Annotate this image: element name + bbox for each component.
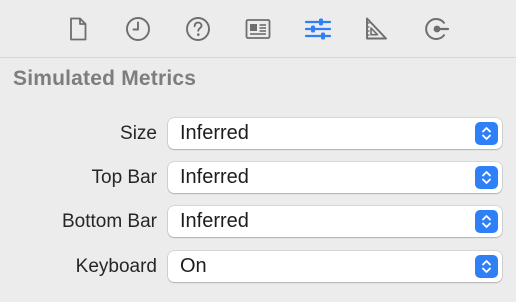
ruler-triangle-icon[interactable]: [359, 12, 393, 46]
attributes-sliders-icon[interactable]: [301, 12, 335, 46]
keyboard-label: Keyboard: [75, 256, 157, 277]
bottom-bar-popup[interactable]: Inferred: [168, 206, 502, 237]
bottom-bar-value: Inferred: [180, 210, 249, 232]
bottom-bar-label: Bottom Bar: [61, 211, 157, 232]
section-title: Simulated Metrics: [13, 67, 197, 90]
top-bar-value: Inferred: [180, 166, 249, 188]
chevron-up-down-icon: [475, 255, 498, 278]
help-icon[interactable]: [181, 12, 215, 46]
chevron-up-down-icon: [475, 166, 498, 189]
size-value: Inferred: [180, 122, 249, 144]
top-bar-label: Top Bar: [91, 167, 157, 188]
size-popup[interactable]: Inferred: [168, 118, 502, 149]
identity-card-icon[interactable]: [241, 12, 275, 46]
history-icon[interactable]: [121, 12, 155, 46]
size-label: Size: [120, 123, 157, 144]
keyboard-value: On: [180, 255, 207, 277]
inspector-toolbar: [0, 0, 516, 58]
keyboard-popup[interactable]: On: [168, 251, 502, 282]
top-bar-popup[interactable]: Inferred: [168, 162, 502, 193]
chevron-up-down-icon: [475, 122, 498, 145]
connections-icon[interactable]: [420, 12, 454, 46]
chevron-up-down-icon: [475, 210, 498, 233]
file-icon[interactable]: [61, 12, 95, 46]
